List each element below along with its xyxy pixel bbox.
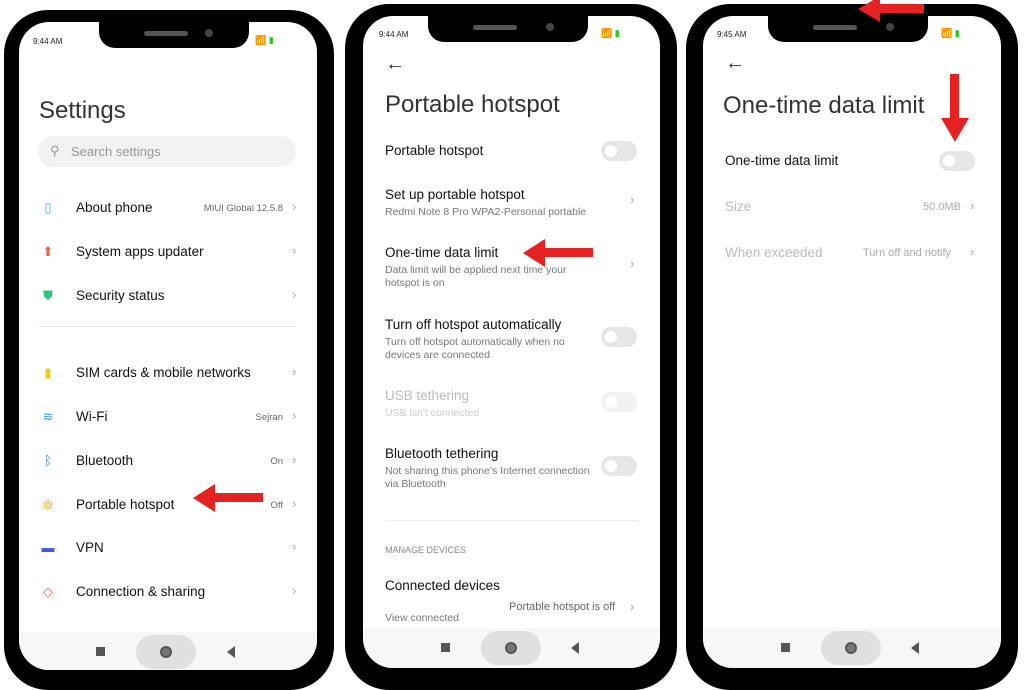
nav-bar (19, 632, 317, 670)
row-label: System apps updater (76, 244, 204, 259)
search-input[interactable]: ⚲ Search settings (38, 136, 296, 167)
bluetooth-tethering-toggle[interactable] (601, 456, 637, 476)
row-label: VPN (76, 540, 104, 555)
home-button[interactable] (821, 631, 881, 665)
back-arrow-icon[interactable]: ← (725, 52, 745, 75)
notch (428, 16, 588, 42)
search-placeholder: Search settings (71, 144, 161, 159)
page-title: Settings (39, 97, 126, 124)
recents-button[interactable] (781, 643, 790, 652)
row-value: MIUI Global 12.5.8 (203, 203, 283, 214)
arrow-down-icon (941, 74, 969, 142)
chevron-right-icon: › (292, 408, 297, 423)
chevron-right-icon: › (292, 287, 297, 302)
nav-bar (363, 628, 660, 668)
row-label: Security status (76, 288, 165, 303)
divider (38, 326, 297, 327)
row-label: When exceeded (725, 245, 823, 260)
row-label: Bluetooth tethering (385, 446, 499, 461)
row-label: One-time data limit (385, 245, 499, 260)
row-value: On (270, 456, 283, 467)
page-title: Portable hotspot (385, 91, 560, 118)
row-label: Turn off hotspot automatically (385, 317, 562, 332)
arrow-left-icon (858, 0, 924, 22)
portable-hotspot-toggle[interactable] (601, 141, 637, 161)
chevron-right-icon: › (970, 198, 975, 213)
back-button[interactable] (227, 646, 235, 658)
status-icons: 📶 ▮ (255, 35, 274, 45)
section-header: MANAGE DEVICES (385, 545, 467, 555)
row-sub: Not sharing this phone's Internet connec… (385, 465, 590, 490)
recents-button[interactable] (441, 643, 450, 652)
status-icons: 📶 ▮ (941, 28, 960, 38)
chevron-right-icon: › (292, 364, 297, 379)
status-icons: 📶 ▮ (601, 28, 620, 38)
home-button[interactable] (136, 635, 196, 669)
phone-icon: ▯ (44, 200, 52, 215)
row-label: Portable hotspot (385, 143, 484, 158)
back-button[interactable] (911, 642, 919, 654)
chevron-right-icon: › (292, 496, 297, 511)
row-label: Bluetooth (76, 453, 134, 468)
row-label: Connection & sharing (76, 584, 206, 599)
row-sub: Turn off hotspot automatically when no d… (385, 336, 565, 361)
row-value: Off (270, 500, 284, 511)
status-time: 9:45 AM (717, 30, 747, 39)
status-time: 9:44 AM (379, 30, 409, 39)
sim-icon: ▮ (44, 365, 52, 380)
row-label: Connected devices (385, 578, 500, 593)
share-icon: ◇ (43, 584, 53, 599)
row-sub: Data limit will be applied next time you… (385, 264, 567, 289)
row-label: USB tethering (385, 388, 470, 403)
arrow-up-icon: ⬆ (42, 244, 54, 259)
chevron-right-icon: › (970, 244, 975, 259)
arrow-left-icon (523, 239, 593, 267)
page-title: One-time data limit (723, 92, 925, 119)
row-label: Wi-Fi (76, 409, 108, 424)
back-arrow-icon[interactable]: ← (385, 53, 405, 76)
row-label: One-time data limit (725, 153, 839, 168)
hotspot-screen: 9:44 AM 📶 ▮ ← Portable hotspot Portable … (363, 16, 660, 668)
wifi-icon: ≋ (42, 409, 54, 424)
chevron-right-icon: › (292, 452, 297, 467)
shield-check-icon: ⛊ (43, 288, 53, 303)
phone-hotspot: 9:44 AM 📶 ▮ ← Portable hotspot Portable … (345, 4, 677, 690)
settings-screen: 9:44 AM 📶 ▮ Settings ⚲ Search settings ▯… (19, 22, 317, 670)
nav-bar (703, 628, 1001, 668)
row-sub: Redmi Note 8 Pro WPA2-Personal portable (385, 206, 587, 218)
row-label: Size (725, 199, 752, 214)
row-label: About phone (76, 200, 153, 215)
row-value: Portable hotspot is off (509, 601, 616, 613)
recents-button[interactable] (96, 647, 105, 656)
row-label: SIM cards & mobile networks (76, 365, 251, 380)
row-sub: View connected (385, 612, 459, 624)
chevron-right-icon: › (292, 199, 297, 214)
phone-settings: 9:44 AM 📶 ▮ Settings ⚲ Search settings ▯… (4, 10, 334, 690)
row-value: 50.0MB (923, 201, 961, 213)
turn-off-hotspot-automatically-toggle[interactable] (601, 327, 637, 347)
hotspot-icon: ⊚ (42, 497, 54, 512)
notch (99, 22, 249, 48)
search-icon: ⚲ (50, 143, 60, 158)
vpn-icon: ▬ (41, 540, 55, 555)
row-label: Portable hotspot (76, 497, 175, 512)
row-sub: USB isn't connected (385, 407, 480, 419)
back-button[interactable] (571, 642, 579, 654)
data-limit-toggle[interactable] (939, 151, 975, 171)
status-time: 9:44 AM (33, 37, 63, 46)
chevron-right-icon: › (630, 192, 635, 207)
usb-tethering-toggle (601, 392, 637, 412)
chevron-right-icon: › (292, 243, 297, 258)
bluetooth-icon: ᛒ (44, 453, 52, 468)
chevron-right-icon: › (292, 583, 297, 598)
chevron-right-icon: › (292, 539, 297, 554)
divider (385, 520, 638, 521)
row-value: Sejran (255, 412, 283, 423)
chevron-right-icon: › (630, 256, 635, 271)
arrow-left-icon (193, 484, 263, 512)
row-value: Turn off and notify (863, 247, 952, 259)
chevron-right-icon: › (630, 599, 635, 614)
row-label: Set up portable hotspot (385, 187, 525, 202)
home-button[interactable] (481, 631, 541, 665)
